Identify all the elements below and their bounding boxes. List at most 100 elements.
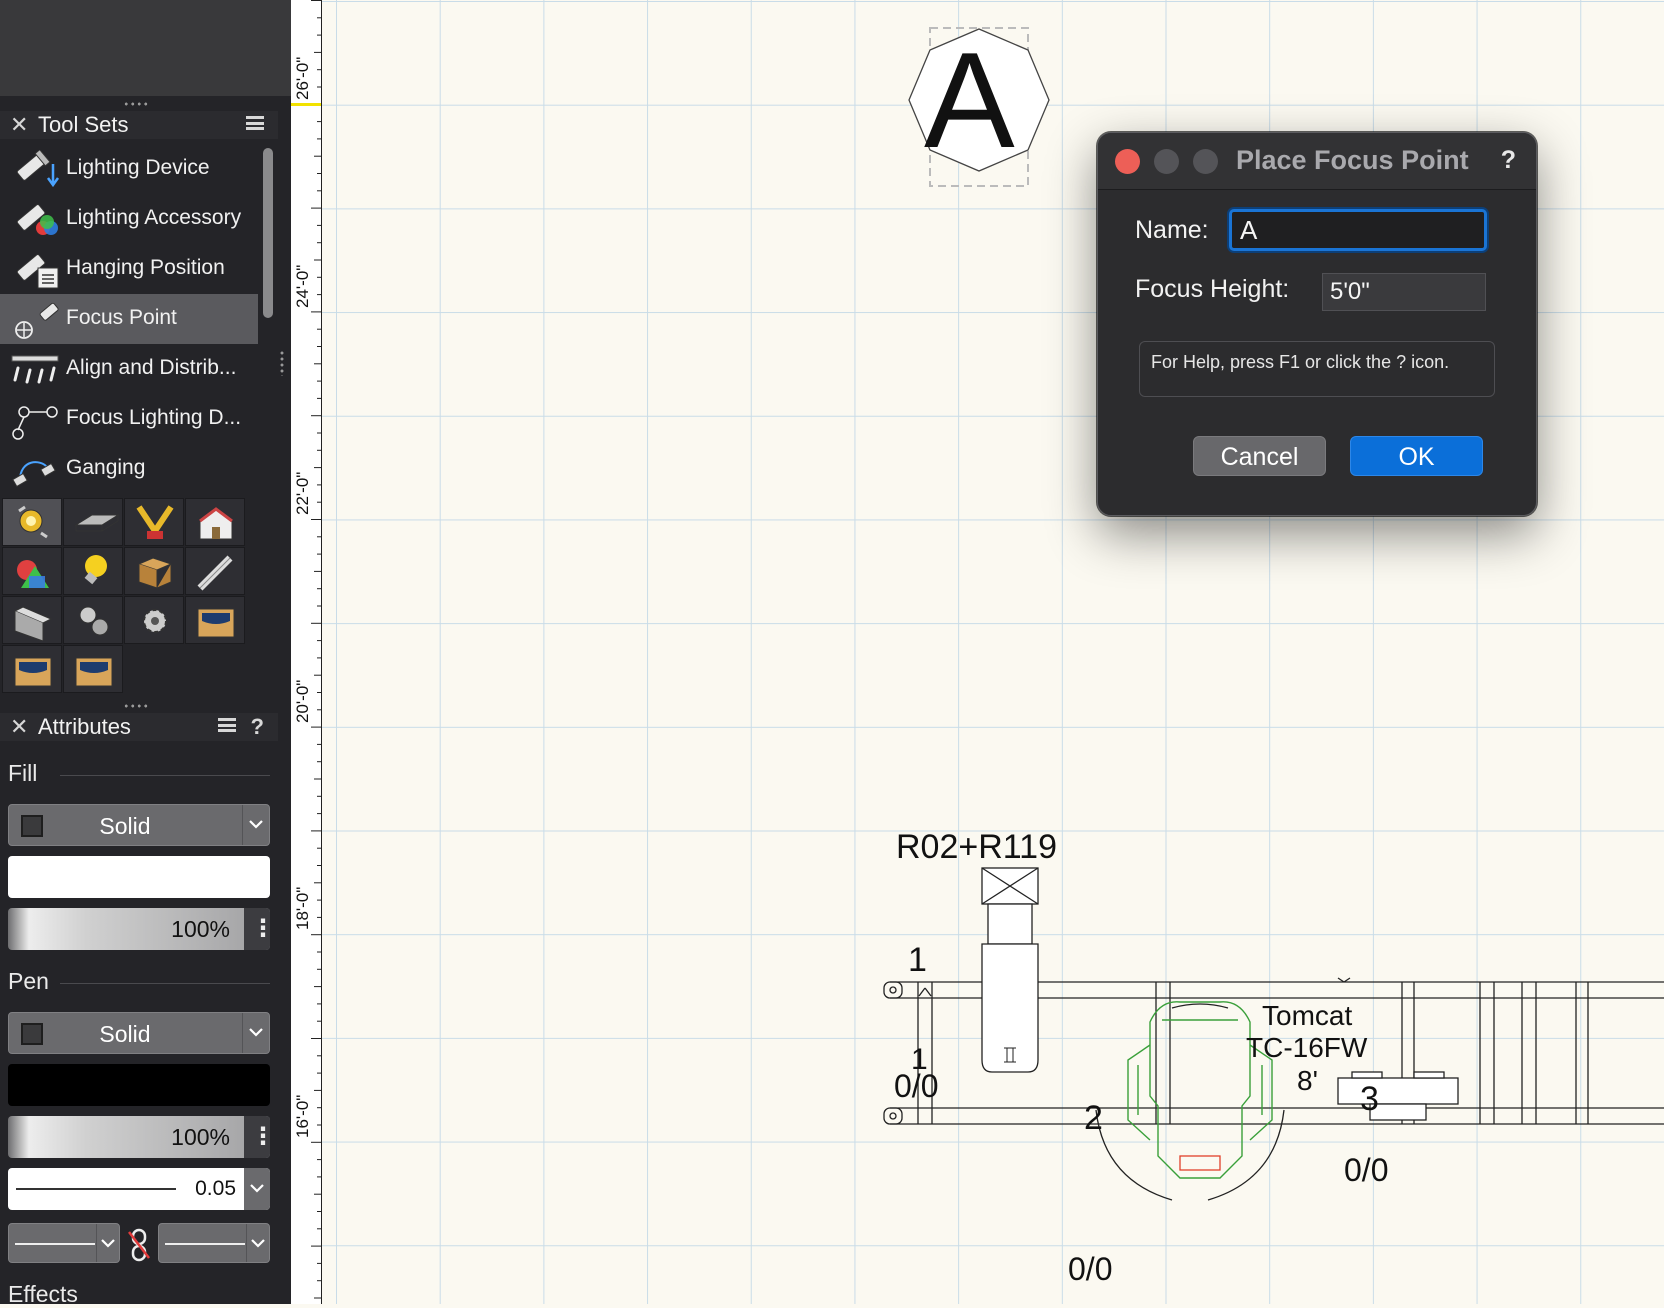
fixture3-number: 3 [1360,1080,1379,1118]
gear-toolset-icon[interactable] [124,596,184,644]
ruler-label: 26'-0" [293,56,312,100]
more-options-icon[interactable] [244,1116,275,1158]
cancel-button[interactable]: Cancel [1193,436,1326,476]
focus-point-icon [10,300,60,340]
furniture-toolset-icon[interactable] [124,547,184,595]
focus-height-label: Focus Height: [1135,275,1290,303]
dialog-title: Place Focus Point [1236,145,1469,175]
spotlight-toolset-icon[interactable] [2,498,62,546]
fixture3-label-line1: Tomcat [1262,1000,1353,1031]
name-label: Name: [1135,216,1209,244]
custom-toolset-3-icon[interactable] [63,645,123,693]
help-icon[interactable]: ? [251,714,264,740]
toolset-label: Ganging [66,456,146,479]
ruler-label: 18'-0" [293,886,312,930]
pen-color-well[interactable] [8,1064,270,1106]
toolset-item-align-distribute[interactable]: Align and Distrib... [0,344,258,394]
toolset-label: Lighting Device [66,156,210,179]
palette-resize-grip[interactable] [123,102,149,106]
palette-resize-grip[interactable] [123,704,149,708]
line-thickness-preview [16,1188,176,1190]
toolset-item-focus-point[interactable]: Focus Point [0,294,258,344]
close-window-button[interactable] [1115,149,1140,174]
visualization-toolset-icon[interactable] [2,547,62,595]
fixture2-address: 0/0 [1068,1251,1113,1287]
chevron-down-icon [96,1224,119,1262]
end-marker-select[interactable] [158,1223,270,1263]
help-text-box: For Help, press F1 or click the ? icon. [1139,341,1495,397]
palette-menu-icon[interactable] [218,718,236,732]
chevron-down-icon [246,1224,269,1262]
start-marker-select[interactable] [8,1223,120,1263]
fixture3-label-line3: 8' [1297,1065,1318,1096]
fill-opacity-value: 100% [171,916,230,942]
fill-opacity-slider[interactable]: 100% [8,908,275,950]
dialog-titlebar[interactable]: Place Focus Point ? [1098,133,1536,190]
fill-color-well[interactable] [8,856,270,898]
toolset-label: Lighting Accessory [66,206,242,229]
machine-parts-toolset-icon[interactable] [63,596,123,644]
lighting-accessory-icon [10,200,60,240]
pen-section-label: Pen [8,968,49,994]
toolset-label: Hanging Position [66,256,225,279]
palette-split-grip[interactable] [280,350,284,376]
fixture1-number: 1 [908,941,927,979]
minimize-window-button[interactable] [1154,149,1179,174]
hanging-position-icon [10,250,60,290]
toolset-item-lighting-accessory[interactable]: Lighting Accessory [0,194,258,244]
attributes-palette-header: ✕ Attributes ? [0,713,278,741]
ruler-label: 16'-0" [293,1094,312,1138]
custom-toolset-icon[interactable] [185,596,245,644]
fixture1-address: 0/0 [894,1068,939,1104]
focus-point-label: A [924,24,1015,176]
toolset-label: Focus Lighting D... [66,406,242,429]
toolsets-palette-header: ✕ Tool Sets [0,111,278,139]
toolset-item-lighting-device[interactable]: Lighting Device [0,144,258,194]
palette-menu-icon[interactable] [246,116,264,130]
dims-notes-toolset-icon[interactable] [185,547,245,595]
lighting-fixture-toolset-icon[interactable] [124,498,184,546]
fixture3-address: 0/0 [1344,1152,1389,1188]
fill-section-label: Fill [8,760,38,786]
lighting-device-icon [10,149,60,190]
focus-height-input[interactable] [1322,273,1486,311]
close-icon[interactable]: ✕ [10,714,28,740]
ruler-label: 22'-0" [293,471,312,515]
fixture3-label-line2: TC-16FW [1246,1032,1368,1063]
fixture2-number: 2 [1084,1099,1103,1137]
toolset-scrollbar[interactable] [263,148,273,318]
truss-toolset-icon[interactable] [63,498,123,546]
vertical-ruler[interactable]: 26'-0" 24'-0" 22'-0" 20'-0" 18'-0" 16'-0… [291,0,322,1304]
name-input[interactable] [1229,209,1487,251]
toolset-item-hanging-position[interactable]: Hanging Position [0,244,258,294]
toolset-label: Focus Point [66,306,177,329]
ruler-label: 24'-0" [293,264,312,308]
help-icon[interactable]: ? [1501,146,1516,175]
hanging-position-drawing[interactable] [882,860,1664,1280]
building-shell-toolset-icon[interactable] [185,498,245,546]
zoom-window-button[interactable] [1193,149,1218,174]
toolsets-palette-title: Tool Sets [38,112,129,137]
focus-lighting-device-icon [10,400,60,440]
toolset-label: Align and Distrib... [66,356,237,379]
custom-toolset-2-icon[interactable] [2,645,62,693]
chevron-down-icon [242,805,269,845]
pen-opacity-slider[interactable]: 100% [8,1116,275,1158]
line-thickness-value: 0.05 [195,1177,236,1200]
align-distribute-icon [10,350,60,390]
close-icon[interactable]: ✕ [10,112,28,138]
lightbulb-toolset-icon[interactable] [63,547,123,595]
toolset-item-ganging[interactable]: Ganging [0,444,258,494]
line-thickness-select[interactable]: 0.05 [8,1168,270,1210]
more-options-icon[interactable] [244,908,275,950]
fill-style-select[interactable]: Solid [8,804,270,846]
marker-preview [15,1243,95,1245]
pen-style-value: Solid [99,1021,151,1047]
palettes-column: ✕ Tool Sets Lighting Device Lighting Acc… [0,0,291,1307]
toolset-item-focus-lighting-device[interactable]: Focus Lighting D... [0,394,258,444]
steel-beam-toolset-icon[interactable] [2,596,62,644]
unlink-markers-icon[interactable] [127,1228,151,1267]
divider [60,983,270,984]
pen-style-select[interactable]: Solid [8,1012,270,1054]
ok-button[interactable]: OK [1350,436,1483,476]
